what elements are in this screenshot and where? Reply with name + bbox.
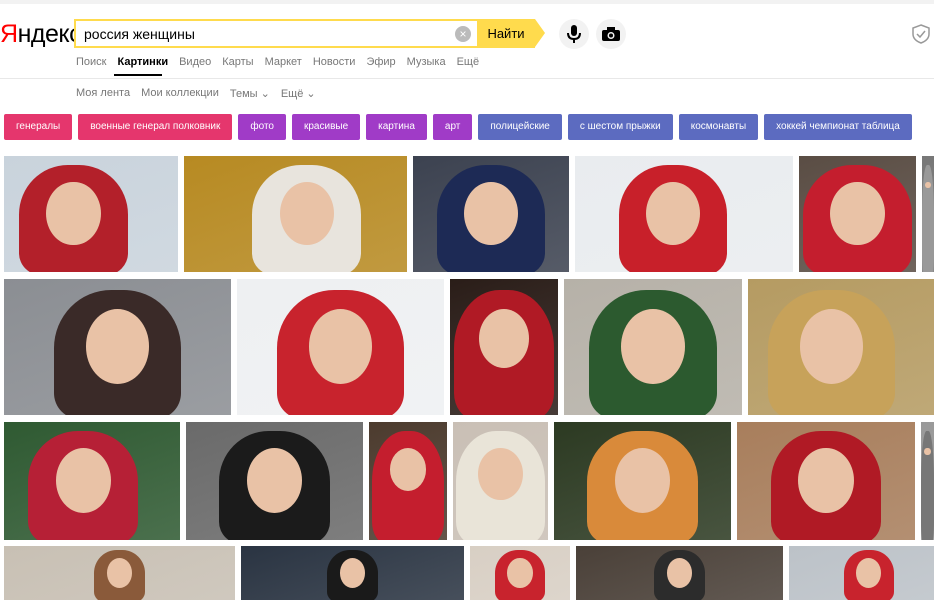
browser-top-strip [0, 0, 934, 4]
image-thumbnail[interactable] [470, 546, 570, 600]
microphone-icon [567, 25, 581, 43]
image-thumbnail[interactable] [184, 156, 407, 272]
image-thumbnail[interactable] [748, 279, 934, 415]
tag-chip[interactable]: красивые [291, 114, 361, 140]
tag-chip[interactable]: военные генерал полковник [78, 114, 233, 140]
search-button-arrow [535, 19, 545, 47]
shield-icon[interactable] [912, 24, 930, 49]
tag-chip[interactable]: картина [366, 114, 427, 140]
subnav-topics[interactable]: Темы ⌄ [230, 87, 270, 100]
search-box[interactable] [74, 19, 477, 48]
tab-news[interactable]: Новости [313, 56, 356, 78]
image-thumbnail[interactable] [369, 422, 447, 540]
divider [0, 78, 934, 79]
image-thumbnail[interactable] [453, 422, 548, 540]
related-tags: генералы военные генерал полковник фото … [4, 114, 912, 140]
image-search-button[interactable] [596, 19, 626, 49]
image-thumbnail[interactable] [554, 422, 731, 540]
yandex-logo[interactable]: Яндекс [0, 20, 82, 48]
image-thumbnail[interactable] [4, 422, 180, 540]
tab-music[interactable]: Музыка [407, 56, 446, 78]
tab-efir[interactable]: Эфир [366, 56, 395, 78]
subnav-my-collections[interactable]: Мои коллекции [141, 87, 219, 100]
tab-maps[interactable]: Карты [222, 56, 253, 78]
image-thumbnail[interactable] [737, 422, 915, 540]
tag-chip[interactable]: космонавты [678, 114, 759, 140]
image-thumbnail[interactable] [789, 546, 934, 600]
image-thumbnail[interactable] [564, 279, 742, 415]
image-thumbnail[interactable] [799, 156, 916, 272]
image-thumbnail[interactable] [4, 546, 235, 600]
tag-chip[interactable]: хоккей чемпионат таблица [764, 114, 912, 140]
image-thumbnail[interactable] [186, 422, 363, 540]
search-input[interactable] [84, 25, 444, 43]
tag-chip[interactable]: полицейские [478, 114, 562, 140]
tag-chip[interactable]: генералы [4, 114, 73, 140]
image-thumbnail[interactable] [413, 156, 569, 272]
image-thumbnail[interactable] [922, 156, 934, 272]
tab-search[interactable]: Поиск [76, 56, 106, 78]
subnav-my-feed[interactable]: Моя лента [76, 87, 130, 100]
clear-icon[interactable]: × [455, 26, 471, 42]
subnav-more[interactable]: Ещё ⌄ [281, 87, 316, 100]
tab-market[interactable]: Маркет [265, 56, 302, 78]
images-subnav: Моя лента Мои коллекции Темы ⌄ Ещё ⌄ [76, 87, 327, 100]
tab-more[interactable]: Ещё [457, 56, 480, 78]
image-thumbnail[interactable] [4, 156, 178, 272]
voice-search-button[interactable] [559, 19, 589, 49]
image-thumbnail[interactable] [4, 279, 231, 415]
image-thumbnail[interactable] [575, 156, 793, 272]
image-thumbnail[interactable] [237, 279, 444, 415]
tag-chip[interactable]: арт [432, 114, 473, 140]
search-button[interactable]: Найти [477, 19, 535, 48]
camera-icon [602, 27, 620, 41]
image-thumbnail[interactable] [576, 546, 783, 600]
active-tab-underline [114, 74, 162, 76]
tag-chip[interactable]: с шестом прыжки [567, 114, 673, 140]
image-thumbnail[interactable] [450, 279, 558, 415]
tag-chip[interactable]: фото [238, 114, 286, 140]
image-thumbnail[interactable] [241, 546, 464, 600]
image-thumbnail[interactable] [921, 422, 934, 540]
tab-video[interactable]: Видео [179, 56, 211, 78]
